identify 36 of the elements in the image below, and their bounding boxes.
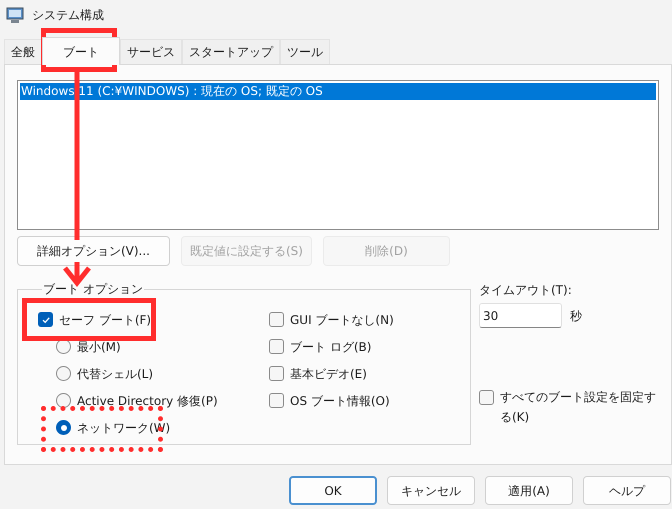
checkbox[interactable] — [269, 312, 284, 327]
tab[interactable]: 全般 — [4, 39, 42, 64]
checkbox-label: OS ブート情報(O) — [290, 392, 390, 410]
checkbox[interactable] — [269, 366, 284, 381]
checkbox[interactable] — [38, 312, 53, 327]
checkbox-label: ブート ログ(B) — [290, 338, 372, 356]
button[interactable]: 詳細オプション(V)... — [17, 236, 170, 266]
unit-label: 秒 — [570, 308, 582, 324]
button[interactable]: 適用(A) — [485, 476, 573, 505]
tab[interactable]: サービス — [120, 39, 182, 64]
radio-label: Active Directory 修復(P) — [77, 392, 218, 410]
radio-label: 最小(M) — [77, 338, 121, 356]
checkbox-label: セーフ ブート(F) — [59, 312, 152, 328]
radio-button[interactable] — [56, 393, 71, 408]
window-title: システム構成 — [32, 7, 104, 24]
radio-label: 代替シェル(L) — [77, 366, 154, 382]
button[interactable]: キャンセル — [387, 476, 475, 505]
radio-button[interactable] — [56, 420, 71, 435]
checkbox[interactable] — [479, 390, 494, 405]
checkbox-label: 基本ビデオ(E) — [290, 366, 367, 382]
button[interactable]: OK — [289, 476, 377, 505]
checkbox[interactable] — [269, 393, 284, 408]
checkbox[interactable] — [269, 339, 284, 354]
computer-icon — [6, 6, 24, 24]
tab[interactable]: ツール — [280, 39, 330, 64]
check-icon — [40, 314, 50, 324]
checkbox-label: すべてのブート設定を固定する(K) — [500, 389, 657, 426]
button[interactable]: ヘルプ — [583, 476, 671, 505]
timeout-field[interactable]: 30 — [479, 303, 562, 328]
radio-button[interactable] — [56, 366, 71, 381]
tab[interactable]: ブート — [42, 37, 120, 65]
group-label: ブート オプション — [42, 281, 144, 298]
tab[interactable]: スタートアップ — [182, 39, 280, 64]
checkbox-label: GUI ブートなし(N) — [290, 312, 394, 328]
list-item[interactable]: Windows 11 (C:¥WINDOWS) : 現在の OS; 既定の OS — [20, 83, 656, 100]
timeout-label: タイムアウト(T): — [479, 282, 573, 299]
